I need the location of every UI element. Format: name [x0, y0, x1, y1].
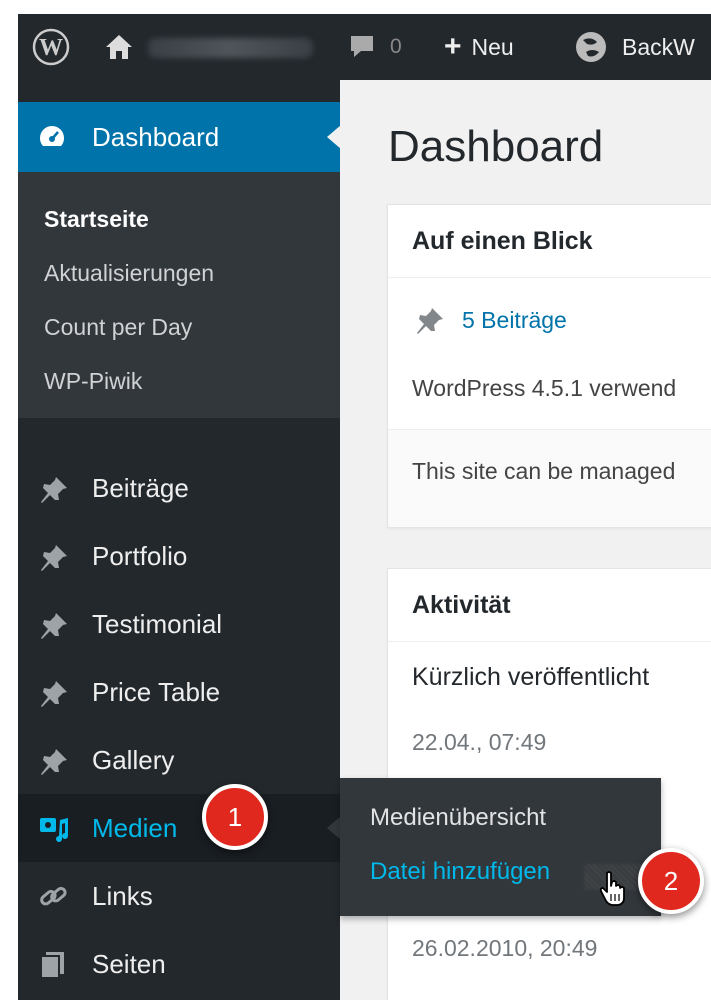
widget-title: Auf einen Blick	[412, 227, 593, 255]
pin-icon	[41, 681, 67, 707]
dashboard-gauge-icon	[38, 124, 66, 157]
comment-icon	[351, 36, 373, 57]
posts-count-link[interactable]: 5 Beiträge	[462, 307, 567, 334]
submenu-item-count-per-day[interactable]: Count per Day	[44, 314, 192, 341]
admin-bar: W 0 + Neu BackW	[18, 14, 711, 80]
submenu-item-startseite[interactable]: Startseite	[44, 206, 149, 233]
backup-menu-button[interactable]: BackW	[574, 14, 695, 80]
sidebar-item-seiten[interactable]: Seiten	[18, 930, 340, 998]
widget-header[interactable]: Auf einen Blick	[388, 205, 711, 278]
comments-button[interactable]: 0	[348, 14, 402, 80]
pages-icon	[40, 952, 64, 979]
sidebar-item-label: Seiten	[92, 948, 166, 979]
new-content-button[interactable]: + Neu	[444, 14, 514, 80]
sidebar-item-medien[interactable]: Medien	[18, 794, 341, 862]
comments-count: 0	[390, 35, 402, 58]
dashboard-submenu: Startseite Aktualisierungen Count per Da…	[18, 172, 340, 418]
widget-footer: This site can be managed	[388, 429, 711, 527]
sidebar-item-beitraege[interactable]: Beiträge	[18, 454, 340, 522]
svg-text:W: W	[39, 35, 63, 61]
sidebar-item-label: Gallery	[92, 744, 175, 775]
sidebar-item-testimonial[interactable]: Testimonial	[18, 590, 340, 658]
submenu-item-wp-piwik[interactable]: WP-Piwik	[44, 368, 142, 395]
sidebar-item-label: Price Table	[92, 676, 221, 707]
current-indicator-arrow	[327, 125, 341, 149]
widget-header[interactable]: Aktivität	[388, 569, 711, 642]
new-label: Neu	[471, 33, 514, 60]
sidebar-item-portfolio[interactable]: Portfolio	[18, 522, 340, 590]
plus-icon: +	[444, 30, 462, 63]
sidebar-item-price-table[interactable]: Price Table	[18, 658, 340, 726]
post-date: 26.02.2010, 20:49	[412, 935, 598, 961]
recently-published-heading: Kürzlich veröffentlicht	[412, 663, 650, 691]
pin-icon	[41, 477, 67, 503]
pin-icon	[41, 749, 67, 775]
wordpress-logo-icon[interactable]: W	[32, 14, 70, 80]
sidebar-item-gallery[interactable]: Gallery	[18, 726, 340, 794]
sidebar-item-links[interactable]: Links	[18, 862, 340, 930]
step-badge-1: 1	[202, 784, 268, 850]
sidebar-item-label: Medien	[92, 812, 178, 843]
sidebar-item-label: Beiträge	[92, 472, 189, 503]
manage-site-text: This site can be managed	[412, 458, 676, 484]
pin-icon	[417, 308, 443, 334]
submenu-item-aktualisierungen[interactable]: Aktualisierungen	[44, 260, 214, 287]
pin-icon	[41, 613, 67, 639]
sidebar-item-label: Portfolio	[92, 540, 188, 571]
hand-cursor-icon	[599, 871, 625, 906]
admin-window: W 0 + Neu BackW Dashboard Startseite Akt…	[18, 14, 711, 1000]
flyout-item-add-file[interactable]: Datei hinzufügen	[370, 858, 550, 886]
widget-title: Aktivität	[412, 591, 511, 619]
at-a-glance-widget: Auf einen Blick 5 Beiträge WordPress 4.5…	[387, 204, 711, 528]
site-name-blurred[interactable]	[148, 38, 313, 58]
pin-icon	[41, 545, 67, 571]
home-icon[interactable]	[104, 14, 134, 80]
step-badge-2: 2	[638, 848, 704, 914]
sidebar-item-label: Dashboard	[92, 121, 220, 152]
admin-sidebar: Dashboard Startseite Aktualisierungen Co…	[18, 80, 341, 1000]
backup-label: BackW	[622, 33, 695, 60]
page-title: Dashboard	[388, 122, 604, 171]
sidebar-item-dashboard[interactable]: Dashboard	[18, 102, 341, 172]
post-date: 22.04., 07:49	[412, 729, 547, 755]
flyout-indicator-arrow	[327, 816, 341, 840]
sidebar-item-label: Links	[92, 880, 153, 911]
flyout-item-media-library[interactable]: Medienübersicht	[370, 804, 546, 832]
link-icon	[40, 886, 67, 906]
media-icon	[40, 818, 68, 842]
backup-globe-icon	[576, 32, 606, 62]
sidebar-item-label: Testimonial	[92, 608, 223, 639]
wordpress-version-text: WordPress 4.5.1 verwend	[412, 375, 677, 401]
